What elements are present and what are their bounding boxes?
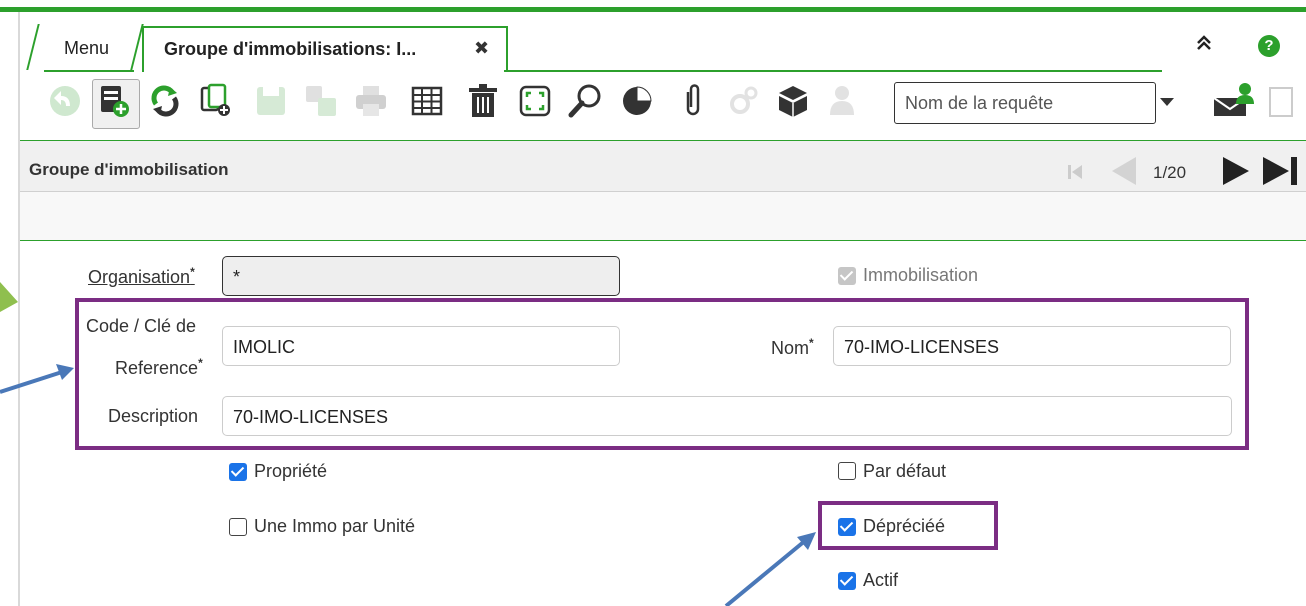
propriete-label: Propriété: [254, 461, 328, 481]
immobilisation-label: Immobilisation: [863, 265, 979, 285]
annotation-arrowhead-bottom: [797, 532, 816, 550]
grid-toggle-icon[interactable]: [410, 82, 444, 120]
actif-checkbox[interactable]: [838, 572, 856, 590]
annotation-arrow-bottom: [724, 538, 808, 606]
annotation-green-arrowhead: [0, 282, 18, 312]
record-counter: 1/20: [1153, 163, 1187, 182]
immobilisation-checkbox: [838, 267, 856, 285]
copy-record-icon[interactable]: [200, 82, 234, 120]
chart-icon[interactable]: [620, 82, 654, 120]
previous-record-icon: [1112, 157, 1136, 185]
chevron-down-icon[interactable]: [1160, 98, 1174, 106]
propriete-checkbox[interactable]: [229, 463, 247, 481]
tab-menu[interactable]: Menu: [44, 26, 134, 72]
organisation-value: *: [233, 267, 241, 287]
annotation-highlight-box: [75, 298, 1249, 450]
image-placeholder-icon: [1269, 87, 1293, 117]
process-icon: [730, 86, 758, 114]
tab-groupe-immobilisations[interactable]: Groupe d'immobilisations: I... ✖: [142, 26, 508, 72]
user-icon: [830, 86, 854, 115]
refresh-icon[interactable]: [148, 82, 182, 120]
attachment-icon[interactable]: [676, 82, 710, 120]
organisation-field: *: [222, 256, 620, 296]
tab-underline: [504, 70, 1162, 72]
save-new-icon: [306, 86, 336, 116]
tab-menu-label: Menu: [64, 38, 110, 58]
last-record-icon[interactable]: [1260, 155, 1300, 187]
annotation-highlight-box: [818, 501, 998, 550]
actif-label: Actif: [863, 570, 899, 590]
first-record-icon: [1068, 165, 1082, 179]
delete-icon[interactable]: [466, 82, 500, 120]
organisation-label[interactable]: Organisation*: [88, 265, 195, 288]
par-defaut-checkbox[interactable]: [838, 462, 856, 480]
print-icon: [356, 86, 386, 116]
annotation-arrow-left: [0, 370, 63, 394]
section-title: Groupe d'immobilisation: [29, 160, 229, 179]
annotation-arrowhead-left: [56, 364, 74, 380]
archive-icon[interactable]: [776, 82, 810, 120]
fullscreen-icon[interactable]: [518, 82, 552, 120]
query-name-select[interactable]: Nom de la requête: [894, 82, 1156, 124]
query-placeholder: Nom de la requête: [905, 93, 1054, 113]
next-record-icon[interactable]: [1220, 155, 1252, 187]
new-record-icon[interactable]: [98, 82, 132, 120]
find-icon[interactable]: [568, 82, 602, 120]
undo-icon: [50, 86, 80, 116]
une-immo-label: Une Immo par Unité: [254, 516, 416, 536]
par-defaut-label: Par défaut: [863, 461, 947, 481]
form-top-band: [20, 192, 1306, 241]
collapse-up-icon[interactable]: [1194, 33, 1214, 59]
close-icon[interactable]: ✖: [474, 38, 489, 59]
une-immo-checkbox[interactable]: [229, 518, 247, 536]
help-icon[interactable]: ?: [1258, 35, 1280, 57]
tab-active-label: Groupe d'immobilisations: I...: [164, 39, 417, 59]
save-icon: [257, 87, 285, 115]
email-icon[interactable]: [1212, 80, 1258, 118]
